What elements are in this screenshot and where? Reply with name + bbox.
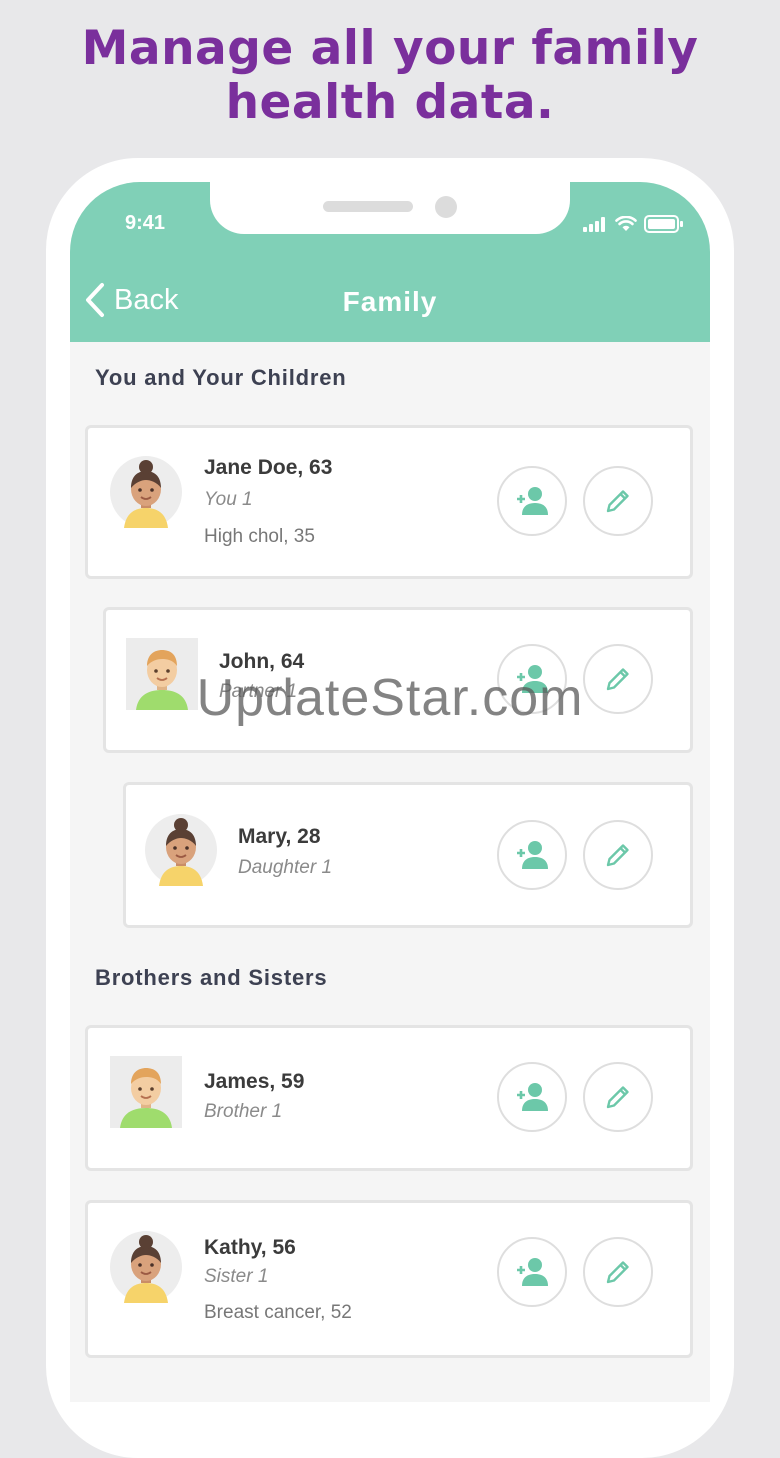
watermark: UpdateStar.com [196,669,584,727]
edit-button[interactable] [583,466,653,536]
pencil-icon [606,1086,629,1109]
nav-bar: 9:41 Back Family [70,182,710,342]
section-title-siblings: Brothers and Sisters [95,965,328,990]
wifi-icon [615,216,637,231]
add-relative-button[interactable] [497,466,567,536]
member-card-kathy[interactable]: Kathy, 56 Sister 1 Breast cancer, 52 [85,1200,693,1358]
female-avatar-icon [110,456,182,528]
female-avatar-icon [110,1231,182,1303]
member-name: Mary, 28 [238,825,321,848]
member-name: Jane Doe, 63 [204,456,333,479]
battery-icon [644,215,683,233]
add-person-icon [517,487,548,515]
pencil-icon [606,844,629,867]
edit-button[interactable] [583,820,653,890]
member-relation: Brother 1 [204,1101,283,1122]
camera [435,196,457,218]
phone-screen: 9:41 Back Family You and Your Children J… [70,182,710,1402]
add-relative-button[interactable] [497,1062,567,1132]
add-relative-button[interactable] [497,820,567,890]
member-card-james[interactable]: James, 59 Brother 1 [85,1025,693,1171]
member-card-jane[interactable]: Jane Doe, 63 You 1 High chol, 35 [85,425,693,579]
headline-line-2: health data. [225,75,555,130]
member-relation: Daughter 1 [238,857,333,878]
member-relation: Sister 1 [204,1266,269,1287]
add-person-icon [517,841,548,869]
male-avatar-icon [110,1056,182,1128]
add-person-icon [517,1083,548,1111]
speaker [323,201,413,212]
headline: Manage all your family health data. [0,22,780,130]
status-time: 9:41 [125,212,166,234]
member-name: James, 59 [204,1070,305,1093]
add-person-icon [517,1258,548,1286]
female-avatar-icon [145,814,217,886]
member-condition: Breast cancer, 52 [204,1302,352,1323]
signal-icon [583,217,605,232]
page-title: Family [342,286,438,317]
headline-line-1: Manage all your family [81,21,699,76]
edit-button[interactable] [583,1062,653,1132]
section-title-children: You and Your Children [95,365,347,390]
edit-button[interactable] [583,1237,653,1307]
add-relative-button[interactable] [497,1237,567,1307]
member-condition: High chol, 35 [204,526,315,547]
member-relation: You 1 [204,489,253,510]
member-card-mary[interactable]: Mary, 28 Daughter 1 [123,782,693,928]
notch [210,182,570,234]
member-name: Kathy, 56 [204,1236,296,1259]
status-icons [582,215,684,233]
pencil-icon [606,1261,629,1284]
pencil-icon [606,490,629,513]
